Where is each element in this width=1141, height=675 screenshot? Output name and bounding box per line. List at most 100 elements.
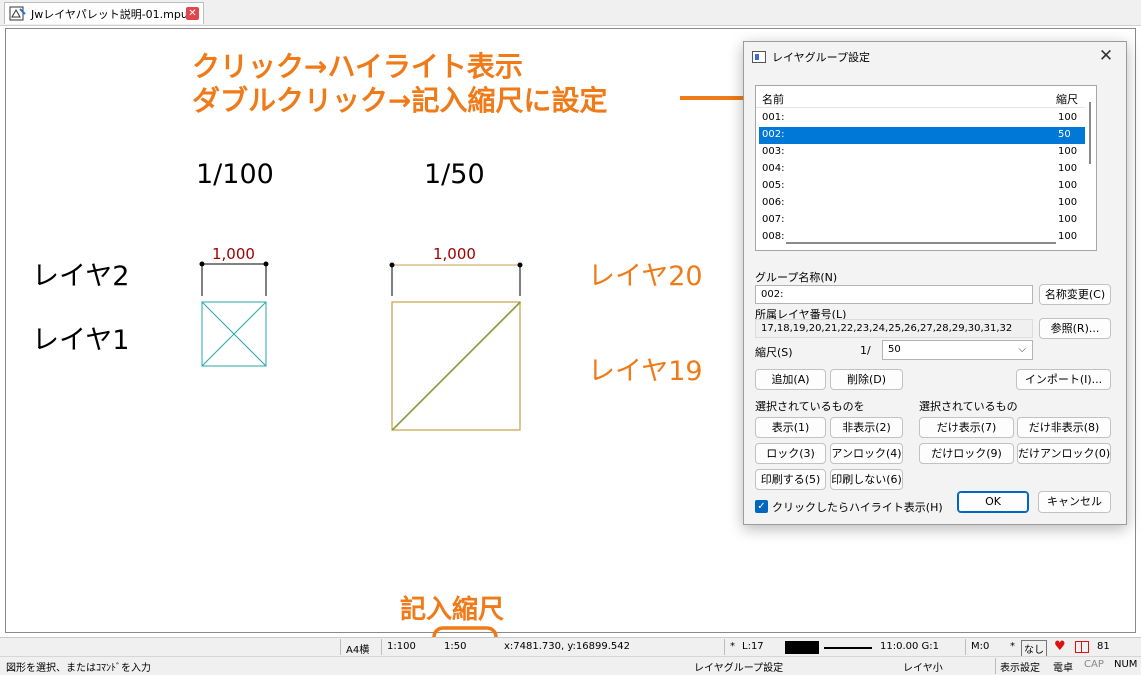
- hide-button[interactable]: 非表示(2): [830, 417, 903, 438]
- prompt-text: 図形を選択、またはｺﾏﾝﾄﾞを入力: [6, 663, 151, 674]
- highlight-checkbox-label[interactable]: クリックしたらハイライト表示(H): [772, 499, 943, 515]
- current-layer[interactable]: L:17: [742, 641, 764, 652]
- list-header: 名前 縮尺: [756, 86, 1096, 108]
- layer-size[interactable]: レイヤ小: [903, 659, 943, 674]
- list-item-scale: 50: [1058, 129, 1071, 140]
- none-box[interactable]: なし: [1021, 640, 1047, 657]
- annotation-input-scale: 記入縮尺: [400, 595, 505, 625]
- calculator[interactable]: 電卓: [1053, 659, 1073, 674]
- line-info[interactable]: 11:0.00 G:1: [880, 641, 939, 652]
- layer-group-list[interactable]: 名前 縮尺 001: 100 002: 50 003: 100 004: 100 005: 100…: [755, 85, 1097, 251]
- only-lock-button[interactable]: だけロック(9): [919, 443, 1014, 464]
- section-label-left: 選択されているものを: [755, 400, 865, 413]
- grid-icon[interactable]: [1075, 641, 1089, 653]
- list-rows: 001: 100 002: 50 003: 100 004: 100 005: 100 006: 10…: [756, 110, 1096, 246]
- layer2-label: レイヤ2: [32, 261, 130, 292]
- dimension-line-b: [389, 262, 523, 296]
- list-item-name: 006:: [762, 197, 785, 208]
- list-item[interactable]: 004: 100: [756, 161, 1096, 178]
- annotation-double-click: ダブルクリック→記入縮尺に設定: [192, 84, 608, 117]
- reference-button[interactable]: 参照(R)...: [1039, 318, 1111, 339]
- line-color-swatch[interactable]: [785, 641, 819, 654]
- show-button[interactable]: 表示(1): [755, 417, 826, 438]
- heart-icon[interactable]: ♥: [1054, 639, 1066, 654]
- list-item-scale: 100: [1058, 146, 1078, 157]
- status-separator: [724, 639, 725, 655]
- list-item-name: 001:: [762, 112, 785, 123]
- section-label-right: 選択されているもの: [919, 400, 1018, 413]
- highlight-checkbox[interactable]: ✓: [755, 500, 768, 513]
- layer-group-dialog: レイヤグループ設定 ✕ 名前 縮尺 001: 100 002: 50 003: 100 00…: [743, 41, 1127, 525]
- add-button[interactable]: 追加(A): [755, 369, 826, 390]
- delete-button[interactable]: 削除(D): [830, 369, 903, 390]
- list-item-name: 002:: [762, 129, 785, 140]
- list-item[interactable]: 006: 100: [756, 195, 1096, 212]
- input-scale[interactable]: 1:50: [444, 641, 466, 652]
- star-marker: *: [730, 641, 735, 652]
- list-item-name: 005:: [762, 180, 785, 191]
- list-item[interactable]: 007: 100: [756, 212, 1096, 229]
- list-item[interactable]: 002: 50: [759, 127, 1093, 144]
- column-header-scale[interactable]: 縮尺: [1056, 91, 1078, 107]
- status-bar-upper: A4横 1:100 1:50 x:7481.730, y:16899.542 *…: [0, 637, 1141, 657]
- list-item-scale: 100: [1058, 197, 1078, 208]
- ok-button[interactable]: OK: [957, 491, 1029, 513]
- dialog-title: レイヤグループ設定: [772, 51, 871, 64]
- list-item-name: 004:: [762, 163, 785, 174]
- list-item-scale: 100: [1058, 214, 1078, 225]
- only-hide-button[interactable]: だけ非表示(8): [1017, 417, 1111, 438]
- scale-prefix: 1/: [860, 344, 871, 357]
- no-print-button[interactable]: 印刷しない(6): [830, 469, 903, 490]
- dimension-line-a: [199, 261, 269, 296]
- dialog-close-icon[interactable]: ✕: [1096, 46, 1116, 66]
- dialog-window-icon: [752, 51, 766, 63]
- layer1-label: レイヤ1: [32, 325, 130, 356]
- count-value: 81: [1097, 641, 1110, 652]
- print-button[interactable]: 印刷する(5): [755, 469, 826, 490]
- list-item[interactable]: 001: 100: [756, 110, 1096, 127]
- list-item[interactable]: 003: 100: [756, 144, 1096, 161]
- scrollbar-thumb[interactable]: [1089, 102, 1091, 164]
- line-type-sample[interactable]: [824, 647, 872, 649]
- current-mode: レイヤグループ設定: [694, 663, 784, 674]
- column-header-name[interactable]: 名前: [762, 91, 784, 107]
- list-item[interactable]: 005: 100: [756, 178, 1096, 195]
- group-name-label: グループ名称(N): [755, 271, 838, 284]
- layer19-label: レイヤ19: [588, 356, 703, 387]
- status-separator: [381, 639, 382, 655]
- m-value: M:0: [971, 641, 990, 652]
- display-settings[interactable]: 表示設定: [1000, 659, 1040, 674]
- only-unlock-button[interactable]: だけアンロック(0): [1017, 443, 1111, 464]
- layer1-box: [201, 301, 267, 367]
- vertical-scrollbar[interactable]: [1085, 86, 1096, 250]
- group-name-input[interactable]: 002:: [755, 285, 1033, 304]
- coordinates: x:7481.730, y:16899.542: [504, 641, 630, 652]
- list-item-scale: 100: [1058, 180, 1078, 191]
- only-show-button[interactable]: だけ表示(7): [919, 417, 1014, 438]
- num-lock-indicator: NUM: [1114, 659, 1138, 670]
- list-item-name: 007:: [762, 214, 785, 225]
- import-button[interactable]: インポート(I)...: [1016, 369, 1111, 390]
- scale-combobox-value: 50: [888, 344, 901, 355]
- status-bar-lower: 図形を選択、またはｺﾏﾝﾄﾞを入力 レイヤグループ設定 レイヤ小 表示設定 電卓…: [0, 656, 1141, 675]
- star-marker-2: *: [1010, 641, 1015, 652]
- chevron-down-icon[interactable]: ⌵: [1018, 344, 1026, 355]
- caps-lock-indicator: CAP: [1084, 659, 1104, 670]
- layer-numbers-field: 17,18,19,20,21,22,23,24,25,26,27,28,29,3…: [755, 319, 1033, 338]
- list-item-name: 008:: [762, 231, 785, 242]
- horizontal-scrollbar[interactable]: [786, 242, 1056, 244]
- lock-button[interactable]: ロック(3): [755, 443, 826, 464]
- scale-combobox[interactable]: 50 ⌵: [882, 340, 1033, 360]
- status-separator: [340, 639, 341, 655]
- status-separator: [965, 639, 966, 655]
- dialog-titlebar[interactable]: レイヤグループ設定 ✕: [744, 42, 1126, 72]
- layer20-label: レイヤ20: [588, 261, 703, 292]
- list-item-scale: 100: [1058, 163, 1078, 174]
- rename-button[interactable]: 名称変更(C): [1039, 284, 1111, 305]
- unlock-button[interactable]: アンロック(4): [830, 443, 903, 464]
- list-item-scale: 100: [1058, 112, 1078, 123]
- scale-label: 縮尺(S): [755, 346, 793, 359]
- paper-size[interactable]: A4横: [346, 641, 369, 656]
- main-scale[interactable]: 1:100: [387, 641, 416, 652]
- cancel-button[interactable]: キャンセル: [1038, 491, 1111, 513]
